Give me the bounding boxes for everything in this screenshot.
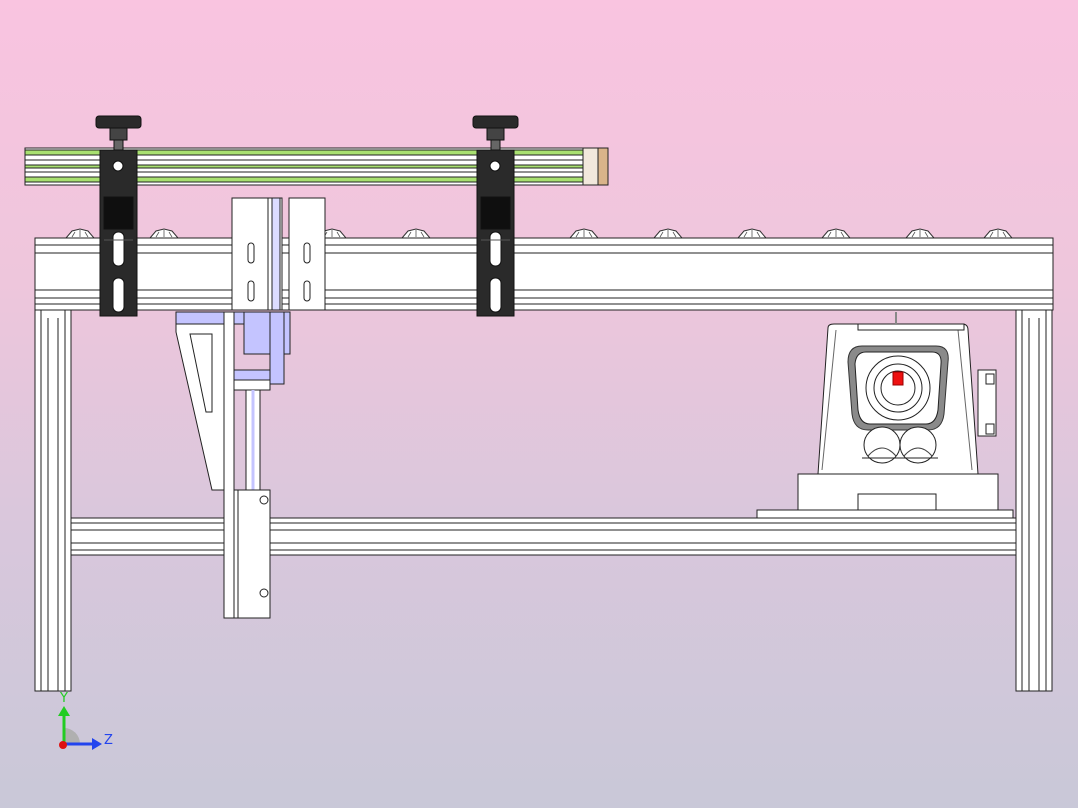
triad-y-arrow xyxy=(58,706,70,716)
guide-clamp-right xyxy=(472,115,519,317)
conveyor-rollers xyxy=(64,228,1013,239)
triad-z-arrow xyxy=(92,738,102,750)
triad-quadrant xyxy=(64,728,80,744)
cad-viewport[interactable]: Y Z xyxy=(0,0,1078,808)
triad-y-label: Y xyxy=(59,691,68,706)
triad-x-dot xyxy=(59,741,67,749)
triad-z-label: Z xyxy=(104,733,113,748)
orientation-triad: Y Z xyxy=(58,691,113,750)
gear-motor xyxy=(797,312,999,511)
guide-clamp-left xyxy=(95,115,142,317)
pneumatic-cylinder xyxy=(175,311,291,619)
stop-brackets xyxy=(231,197,326,311)
